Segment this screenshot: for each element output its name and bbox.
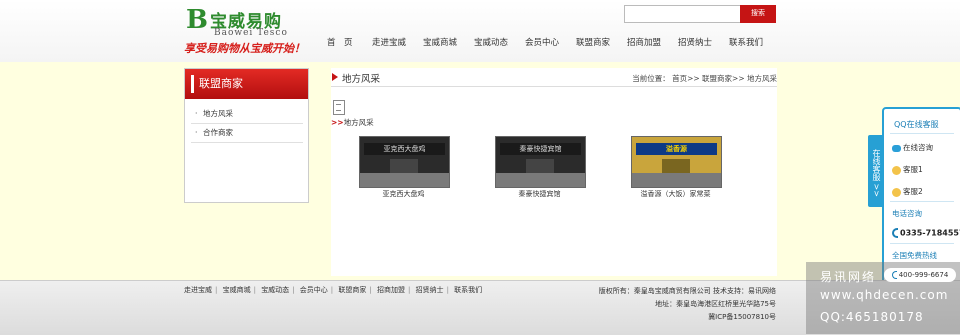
- photo-sign: 秦豪快捷宾馆: [500, 143, 581, 155]
- footer-link[interactable]: 走进宝威: [184, 286, 212, 294]
- photo-thumb[interactable]: 秦豪快捷宾馆: [495, 136, 586, 188]
- breadcrumb[interactable]: 当前位置： 首页>> 联盟商家>> 地方风采: [632, 73, 777, 84]
- sidebar-item-local-style[interactable]: 地方风采: [191, 105, 303, 124]
- double-arrow-icon: >>: [331, 118, 344, 127]
- online-consult-label: 在线咨询: [903, 143, 933, 152]
- online-consult[interactable]: 在线咨询: [892, 142, 933, 153]
- nav-item-members[interactable]: 会员中心: [525, 36, 559, 48]
- watermark-line-1: 易讯网络: [820, 270, 877, 284]
- service-2-label: 客服2: [903, 187, 923, 196]
- footer-info: 版权所有：秦皇岛宝威商贸有限公司 技术支持：易讯网络 地址：秦皇岛海港区红桥里光…: [599, 285, 776, 324]
- nav-item-about[interactable]: 走进宝威: [372, 36, 406, 48]
- divider: [890, 201, 954, 202]
- qq-icon: [892, 187, 901, 197]
- photo-thumb[interactable]: 溢香源: [631, 136, 722, 188]
- qq-icon: [892, 165, 901, 175]
- site-logo[interactable]: B 宝威易购 Baowei Tesco 享受易购物从宝威开始！: [184, 5, 305, 56]
- footer-links: 走进宝威 | 宝威商城 | 宝威动态 | 会员中心 | 联盟商家 | 招商加盟 | 招贤纳士…: [184, 286, 483, 294]
- divider: [890, 243, 954, 244]
- photo-sign: 溢香源: [636, 143, 717, 155]
- sidebar-title: 联盟商家: [185, 69, 308, 99]
- title-arrow-icon: [332, 73, 338, 81]
- street: [632, 173, 721, 187]
- logo-letter: B: [186, 5, 208, 35]
- street: [496, 173, 585, 187]
- hotline-number: 400-999-6674: [884, 268, 956, 282]
- divider: [890, 133, 954, 134]
- search-bar: 搜索: [624, 5, 776, 23]
- watermark-line-2: www.qhdecen.com: [820, 288, 949, 302]
- icp-number[interactable]: 冀ICP备15007810号: [599, 311, 776, 324]
- footer-link[interactable]: 招商加盟: [377, 286, 405, 294]
- search-button[interactable]: 搜索: [740, 5, 776, 23]
- service-2[interactable]: 客服2: [892, 186, 923, 197]
- service-1-label: 客服1: [903, 165, 923, 174]
- nav-item-news[interactable]: 宝威动态: [474, 36, 508, 48]
- sidebar-item-partners[interactable]: 合作商家: [191, 124, 303, 143]
- section-label-text: 地方风采: [343, 118, 374, 127]
- nav-item-mall[interactable]: 宝威商城: [423, 36, 457, 48]
- nav-item-contact[interactable]: 联系我们: [729, 36, 763, 48]
- footer-link[interactable]: 宝威动态: [261, 286, 289, 294]
- photo-caption[interactable]: 亚克西大盘鸡: [358, 189, 449, 199]
- phone-number: 0335-7184557: [892, 228, 960, 238]
- nav-item-home[interactable]: 首 页: [327, 36, 353, 48]
- phone-label: 电话咨询: [892, 209, 922, 218]
- footer-link[interactable]: 联盟商家: [338, 286, 366, 294]
- hotline-label: 全国免费热线: [892, 251, 937, 260]
- address: 地址：秦皇岛海港区红桥里光华路75号: [655, 300, 776, 308]
- photo-caption[interactable]: 秦豪快捷宾馆: [494, 189, 585, 199]
- sidebar: 联盟商家 地方风采 合作商家: [184, 68, 309, 203]
- footer-link[interactable]: 招贤纳士: [416, 286, 444, 294]
- phone-icon: [892, 228, 898, 238]
- phone-number-text: 0335-7184557: [900, 228, 960, 238]
- sidebar-title-text: 联盟商家: [199, 77, 243, 90]
- main-header: 地方风采 当前位置： 首页>> 联盟商家>> 地方风采: [331, 68, 777, 87]
- service-1[interactable]: 客服1: [892, 164, 923, 175]
- chat-bubble-icon: [892, 144, 901, 152]
- document-icon: [333, 100, 345, 115]
- logo-slogan: 享受易购物从宝威开始！: [184, 42, 305, 55]
- page-title: 地方风采: [342, 74, 381, 85]
- section-label: >>地方风采: [331, 117, 374, 128]
- phone-icon: [891, 271, 897, 279]
- watermark-line-3: QQ:465180178: [820, 310, 924, 324]
- search-input[interactable]: [624, 5, 744, 23]
- footer-link[interactable]: 会员中心: [300, 286, 328, 294]
- hotline-number-text: 400-999-6674: [898, 271, 949, 279]
- service-title: QQ在线客服: [894, 120, 939, 129]
- nav-item-alliance[interactable]: 联盟商家: [576, 36, 610, 48]
- service-tab[interactable]: 在线客服 >>: [868, 135, 882, 207]
- copyright: 版权所有：秦皇岛宝威商贸有限公司 技术支持：易讯网络: [598, 287, 776, 295]
- street: [360, 173, 449, 187]
- main-content: 地方风采 当前位置： 首页>> 联盟商家>> 地方风采 >>地方风采 亚克西大盘…: [331, 68, 777, 276]
- logo-subtitle: Baowei Tesco: [214, 28, 288, 38]
- photo-caption[interactable]: 溢香源（大饭）家常菜: [630, 189, 721, 199]
- nav-item-franchise[interactable]: 招商加盟: [627, 36, 661, 48]
- footer-link[interactable]: 联系我们: [454, 286, 482, 294]
- nav-item-jobs[interactable]: 招贤纳士: [678, 36, 712, 48]
- sidebar-list: 地方风采 合作商家: [191, 105, 303, 143]
- footer-link[interactable]: 宝威商城: [223, 286, 251, 294]
- photo-sign: 亚克西大盘鸡: [364, 143, 445, 155]
- photo-thumb[interactable]: 亚克西大盘鸡: [359, 136, 450, 188]
- site-header: B 宝威易购 Baowei Tesco 享受易购物从宝威开始！ 搜索 首 页 走…: [0, 0, 960, 63]
